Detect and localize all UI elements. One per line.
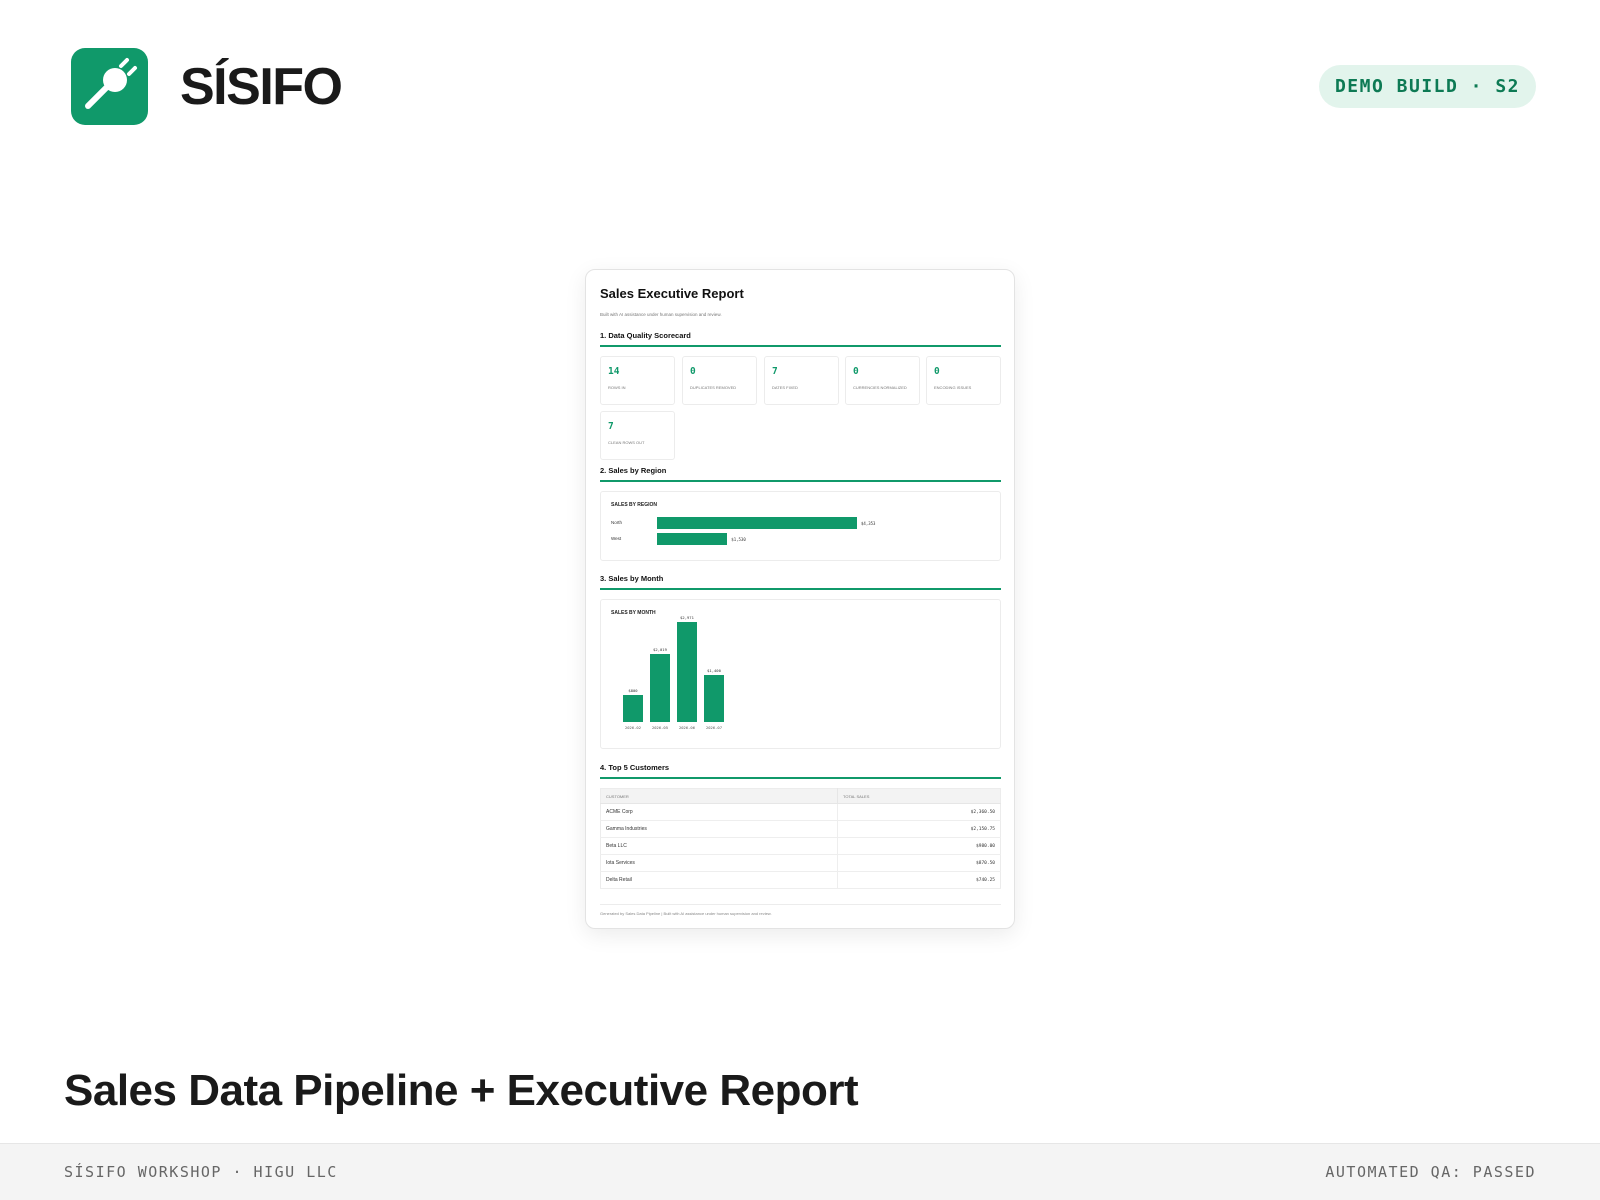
kpi-label: Duplicates removed	[690, 385, 737, 390]
customer-name: Gamma Industries	[600, 820, 838, 838]
kpi-card: 7 Dates fixed	[764, 356, 839, 405]
region-bar-value: $1,530	[731, 537, 746, 542]
month-bar	[650, 654, 670, 722]
region-bar	[657, 517, 857, 529]
table-row: Beta LLC $980.00	[600, 837, 1001, 855]
customer-total: $980.00	[837, 837, 1001, 855]
region-bar	[657, 533, 728, 545]
customer-total: $870.50	[837, 854, 1001, 872]
report-subtitle: Built with AI assistance under human sup…	[600, 312, 722, 317]
region-chart: SALES BY REGION North $4,353 West $1,530	[600, 491, 1001, 561]
month-tick-label: 2026-06	[678, 725, 695, 730]
month-bar-value: $800	[628, 688, 638, 694]
kpi-label: Dates fixed	[772, 385, 798, 390]
demo-build-badge: DEMO BUILD · S2	[1319, 65, 1536, 108]
kpi-label: Encoding issues	[934, 385, 972, 390]
kpi-value: 14	[608, 366, 620, 377]
customer-name: Beta LLC	[600, 837, 838, 855]
kpi-card: 7 Clean rows out	[600, 411, 675, 460]
logo-tile	[71, 48, 148, 125]
kpi-card: 14 Rows in	[600, 356, 675, 405]
section-rule	[600, 588, 1001, 590]
month-chart: SALES BY MONTH $800 2026-02 $2,019 2026-05 $…	[600, 599, 1001, 749]
month-tick-label: 2026-05	[651, 725, 668, 730]
kpi-card: 0 Currencies normalized	[845, 356, 920, 405]
column-header-total-sales: Total Sales	[837, 788, 1001, 804]
kpi-label: Clean rows out	[608, 440, 645, 445]
kpi-label: Currencies normalized	[853, 385, 907, 390]
section-rule	[600, 777, 1001, 779]
month-bar	[704, 674, 724, 722]
region-chart-title: SALES BY REGION	[611, 502, 658, 508]
region-bar-label: West	[611, 536, 622, 541]
month-bar-value: $1,400	[707, 667, 721, 673]
brand-name: SÍSIFO	[180, 58, 343, 116]
month-bar-value: $2,019	[653, 647, 667, 653]
kpi-value: 0	[934, 366, 940, 377]
month-bar	[623, 695, 643, 722]
region-bar-label: North	[611, 520, 623, 525]
kpi-card: 0 Duplicates removed	[682, 356, 757, 405]
table-row: Iota Services $870.50	[600, 854, 1001, 872]
section-rule	[600, 345, 1001, 347]
kpi-label: Rows in	[608, 385, 626, 390]
table-row: Gamma Industries $2,150.75	[600, 820, 1001, 838]
customer-name: ACME Corp	[600, 803, 838, 821]
customer-total: $2,360.50	[837, 803, 1001, 821]
footer-left-text: SÍSIFO WORKSHOP · HIGU LLC	[64, 1163, 338, 1181]
section-rule	[600, 480, 1001, 482]
customer-total: $2,150.75	[837, 820, 1001, 838]
kpi-value: 0	[853, 366, 859, 377]
region-bar-value: $4,353	[861, 521, 876, 526]
report-preview[interactable]: Sales Executive Report Built with AI ass…	[585, 269, 1015, 929]
kpi-value: 7	[608, 421, 614, 432]
month-bar-value: $2,971	[680, 615, 694, 620]
customer-name: Iota Services	[600, 854, 838, 872]
report-footer-text: Generated by Sales Data Pipeline | Built…	[600, 911, 772, 916]
kpi-card: 0 Encoding issues	[926, 356, 1001, 405]
column-header-customer: Customer	[600, 788, 838, 804]
customer-total: $740.25	[837, 871, 1001, 889]
report-title: Sales Executive Report	[600, 286, 744, 301]
table-row: Delta Retail $740.25	[600, 871, 1001, 889]
plug-icon	[85, 58, 137, 109]
month-bar	[677, 622, 697, 722]
report-footer-rule	[600, 904, 1001, 905]
table-header-row: Customer Total Sales	[600, 788, 1001, 804]
month-tick-label: 2026-07	[705, 725, 722, 730]
month-chart-title: SALES BY MONTH	[611, 610, 656, 616]
page-caption: Sales Data Pipeline + Executive Report	[64, 1066, 859, 1115]
section-heading-region: 2. Sales by Region	[600, 466, 667, 475]
section-heading-month: 3. Sales by Month	[600, 574, 664, 583]
table-row: ACME Corp $2,360.50	[600, 803, 1001, 821]
kpi-value: 0	[690, 366, 696, 377]
footer-qa-status: AUTOMATED QA: PASSED	[1325, 1163, 1536, 1181]
month-tick-label: 2026-02	[624, 725, 641, 730]
section-heading-customers: 4. Top 5 Customers	[600, 763, 670, 772]
section-heading-scorecard: 1. Data Quality Scorecard	[600, 331, 691, 340]
footer-bar: SÍSIFO WORKSHOP · HIGU LLC AUTOMATED QA:…	[0, 1143, 1600, 1200]
customers-table: Customer Total Sales ACME Corp $2,360.50…	[600, 788, 1001, 889]
kpi-value: 7	[772, 366, 778, 377]
customer-name: Delta Retail	[600, 871, 838, 889]
